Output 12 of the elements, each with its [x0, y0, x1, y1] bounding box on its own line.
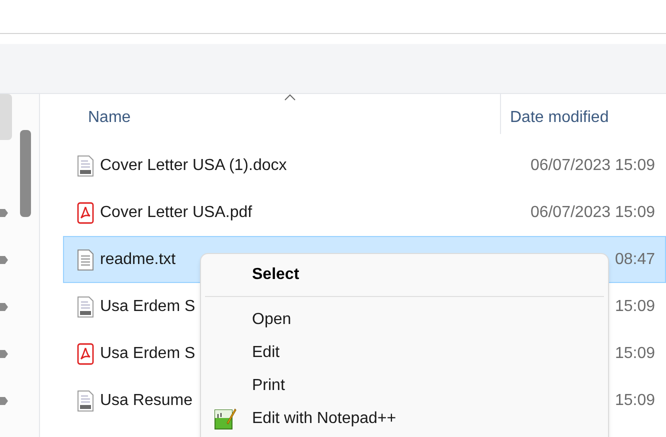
- file-date: 06/07/2023 15:09: [530, 156, 655, 176]
- file-name: readme.txt: [100, 250, 176, 270]
- file-name: Usa Resume: [100, 390, 192, 410]
- file-date: 15:09: [614, 344, 655, 364]
- file-name: Usa Erdem S: [100, 344, 196, 364]
- file-date: 15:09: [614, 390, 655, 410]
- file-date: 08:47: [614, 250, 655, 270]
- file-name: Usa Erdem S: [100, 296, 196, 316]
- file-name: Cover Letter USA (1).docx: [100, 156, 287, 176]
- file-date: 06/07/2023 15:09: [530, 202, 655, 222]
- file-name: Cover Letter USA.pdf: [100, 202, 252, 222]
- file-date: 15:09: [614, 296, 655, 316]
